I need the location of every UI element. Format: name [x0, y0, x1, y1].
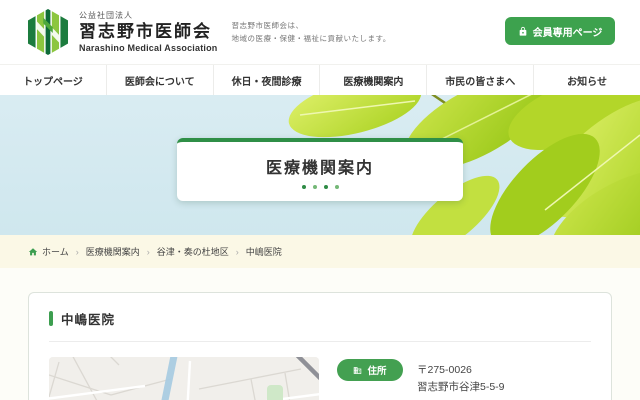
hero-title-card: 医療機関案内 [177, 138, 463, 201]
address-row: 住所 〒275-0026 習志野市谷津5-5-9 [337, 359, 591, 397]
nav-item-top[interactable]: トップページ [0, 65, 106, 95]
hero-banner: 医療機関案内 [0, 95, 640, 235]
breadcrumb-separator: › [76, 247, 79, 257]
hero-dots-decoration [302, 185, 339, 189]
clinic-card-body: 住所 〒275-0026 習志野市谷津5-5-9 電話番号 047-476-36 [49, 357, 591, 400]
site-title-en: Narashino Medical Association [79, 43, 218, 53]
clinic-location-map[interactable] [49, 357, 319, 400]
tagline-line1: 習志野市医師会は、 [232, 19, 391, 33]
home-icon [28, 247, 38, 257]
address-line: 習志野市谷津5-5-9 [417, 379, 505, 396]
breadcrumb-home-label: ホーム [42, 245, 69, 258]
breadcrumb-link-district[interactable]: 谷津・奏の杜地区 [157, 245, 229, 258]
main-nav: トップページ 医師会について 休日・夜間診療 医療機関案内 市民の皆さまへ お知… [0, 64, 640, 95]
org-type-label: 公益社団法人 [79, 11, 218, 20]
nav-item-institutions[interactable]: 医療機関案内 [319, 65, 426, 95]
address-badge: 住所 [337, 359, 403, 381]
address-value: 〒275-0026 習志野市谷津5-5-9 [417, 359, 505, 397]
breadcrumb-home-link[interactable]: ホーム [28, 245, 69, 258]
nav-item-citizens[interactable]: 市民の皆さまへ [426, 65, 533, 95]
nav-item-holiday[interactable]: 休日・夜間診療 [213, 65, 320, 95]
site-header: 公益社団法人 習志野市医師会 Narashino Medical Associa… [0, 0, 640, 64]
site-tagline: 習志野市医師会は、 地域の医療・保健・福祉に貢献いたします。 [232, 19, 391, 46]
breadcrumb-link-institutions[interactable]: 医療機関案内 [86, 245, 140, 258]
clinic-name: 中嶋医院 [61, 309, 115, 328]
main-content: 中嶋医院 [0, 268, 640, 400]
clinic-info: 住所 〒275-0026 習志野市谷津5-5-9 電話番号 047-476-36 [337, 357, 591, 400]
address-postal: 〒275-0026 [417, 362, 505, 379]
breadcrumb-separator: › [147, 247, 150, 257]
lock-icon [518, 26, 528, 37]
association-logo-icon [25, 8, 71, 56]
nav-item-about[interactable]: 医師会について [106, 65, 213, 95]
clinic-card: 中嶋医院 [28, 292, 612, 400]
hero-page-title: 医療機関案内 [266, 154, 374, 178]
breadcrumb: ホーム › 医療機関案内 › 谷津・奏の杜地区 › 中嶋医院 [0, 235, 640, 268]
breadcrumb-current-page: 中嶋医院 [246, 245, 282, 258]
breadcrumb-separator: › [236, 247, 239, 257]
heading-accent-bar [49, 311, 53, 326]
divider [49, 341, 591, 342]
building-icon [353, 366, 362, 375]
tagline-line2: 地域の医療・保健・福祉に貢献いたします。 [232, 32, 391, 46]
site-logo-link[interactable]: 公益社団法人 習志野市医師会 Narashino Medical Associa… [25, 8, 218, 56]
site-title: 習志野市医師会 [79, 22, 218, 42]
nav-item-news[interactable]: お知らせ [533, 65, 640, 95]
clinic-card-header: 中嶋医院 [49, 309, 591, 328]
address-badge-label: 住所 [367, 363, 386, 377]
member-page-button-label: 会員専用ページ [533, 24, 603, 39]
member-page-button[interactable]: 会員専用ページ [505, 17, 615, 45]
